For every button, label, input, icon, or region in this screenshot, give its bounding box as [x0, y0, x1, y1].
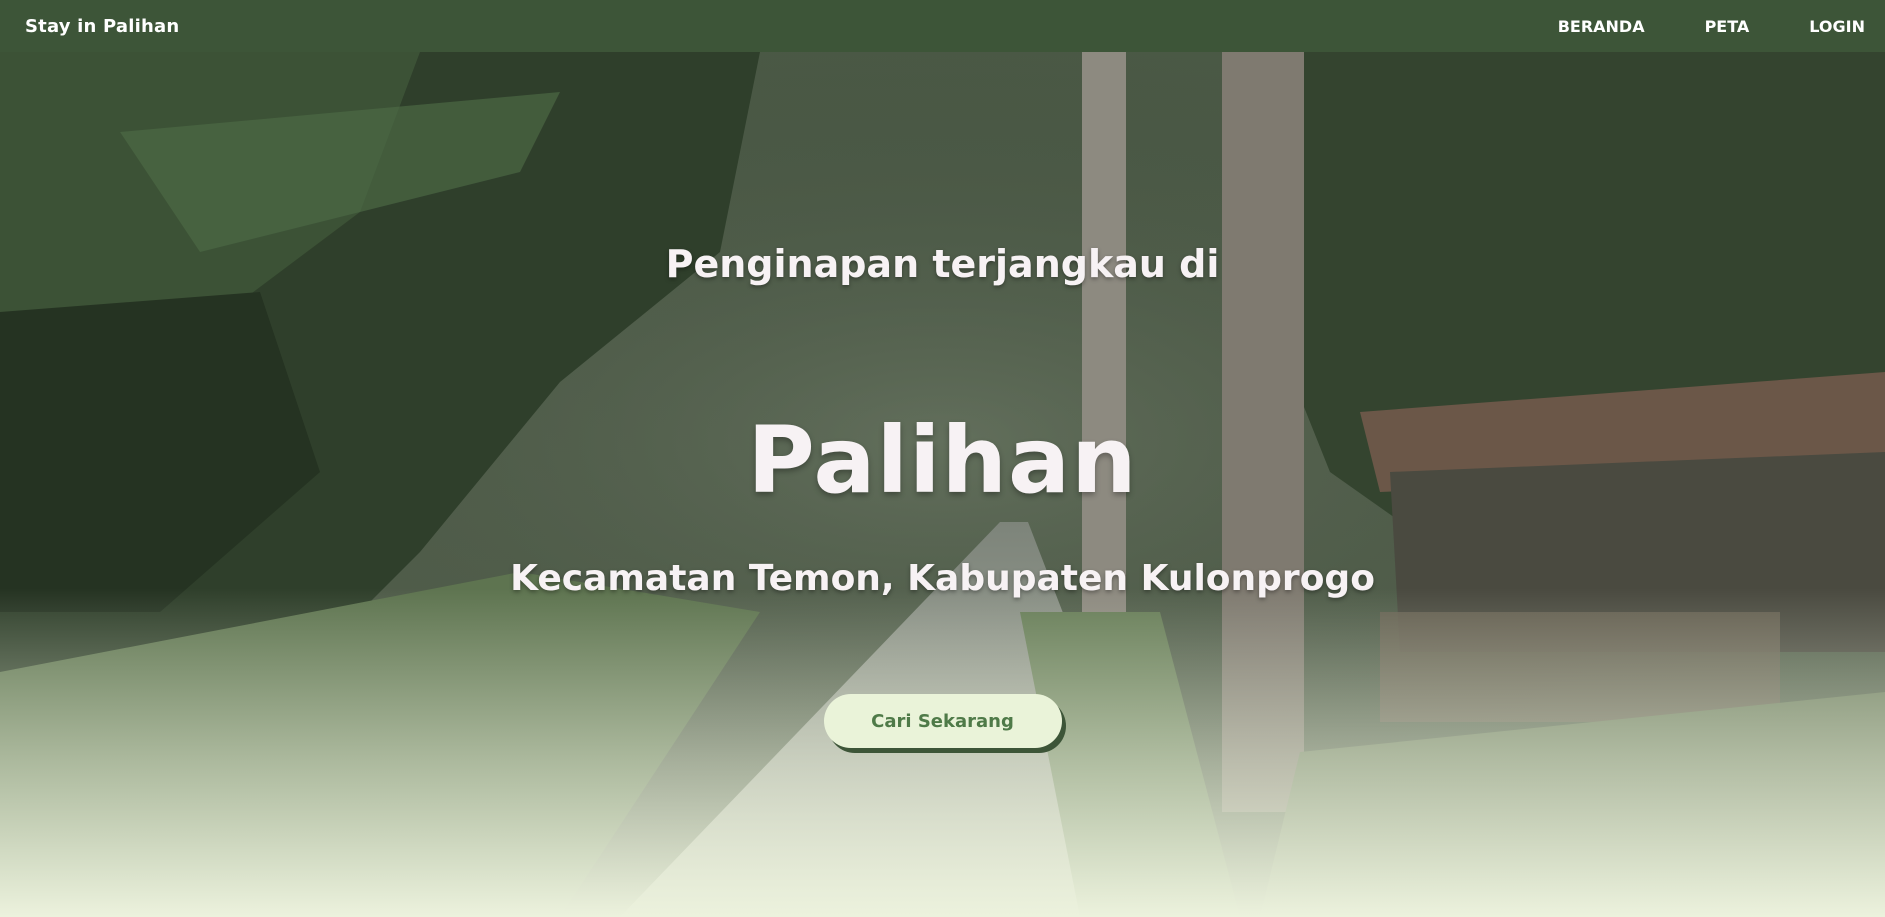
nav-link-peta[interactable]: PETA	[1645, 17, 1750, 36]
hero-subtitle: Penginapan terjangkau di	[665, 242, 1220, 286]
top-navbar: Stay in Palihan BERANDA PETA LOGIN	[0, 0, 1885, 52]
hero-section: Penginapan terjangkau di Palihan Kecamat…	[0, 52, 1885, 917]
nav-link-beranda[interactable]: BERANDA	[1498, 17, 1645, 36]
cta-container: Cari Sekarang	[0, 694, 1885, 748]
brand-logo[interactable]: Stay in Palihan	[25, 16, 179, 37]
nav-links: BERANDA PETA LOGIN	[1498, 17, 1865, 36]
hero-title: Palihan	[747, 407, 1138, 514]
hero-location: Kecamatan Temon, Kabupaten Kulonprogo	[510, 558, 1375, 599]
hero-content: Penginapan terjangkau di Palihan Kecamat…	[0, 52, 1885, 917]
nav-link-login[interactable]: LOGIN	[1749, 17, 1865, 36]
landing-page: Stay in Palihan BERANDA PETA LOGIN Pengi…	[0, 0, 1885, 917]
search-now-button[interactable]: Cari Sekarang	[823, 694, 1062, 748]
